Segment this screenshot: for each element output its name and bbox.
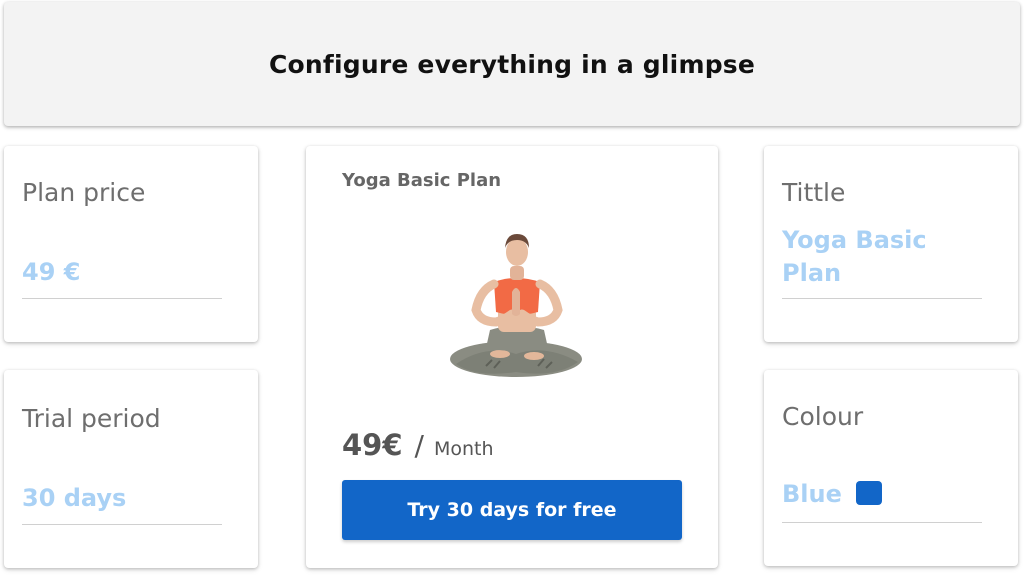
title-underline: [782, 298, 982, 299]
colour-select[interactable]: Blue: [782, 478, 882, 511]
preview-price: 49€: [342, 428, 403, 462]
colour-card: Colour Blue: [764, 370, 1018, 566]
colour-value: Blue: [782, 480, 842, 508]
page-header: Configure everything in a glimpse: [4, 2, 1020, 126]
try-free-button[interactable]: Try 30 days for free: [342, 480, 682, 540]
colour-underline: [782, 522, 982, 523]
plan-preview-card: Yoga Basic Plan 49€ / Month Try 30 days …: [306, 146, 718, 568]
page-title: Configure everything in a glimpse: [268, 49, 756, 79]
plan-price-label: Plan price: [22, 178, 146, 207]
preview-price-separator: /: [414, 429, 424, 462]
plan-price-card: Plan price 49 €: [4, 146, 258, 342]
preview-price-row: 49€ / Month: [342, 428, 494, 462]
yoga-woman-image: [446, 226, 586, 386]
plan-price-underline: [22, 298, 222, 299]
preview-price-period: Month: [433, 438, 494, 460]
trial-period-label: Trial period: [22, 404, 161, 433]
colour-swatch[interactable]: [855, 481, 882, 505]
title-label: Tittle: [782, 178, 846, 207]
title-card: Tittle Yoga Basic Plan: [764, 146, 1018, 342]
trial-period-underline: [22, 524, 222, 525]
plan-price-input[interactable]: 49 €: [22, 256, 80, 289]
preview-plan-name: Yoga Basic Plan: [342, 170, 502, 191]
title-input[interactable]: Yoga Basic Plan: [782, 224, 982, 290]
trial-period-input[interactable]: 30 days: [22, 482, 126, 515]
trial-period-card: Trial period 30 days: [4, 370, 258, 568]
colour-label: Colour: [782, 402, 864, 431]
